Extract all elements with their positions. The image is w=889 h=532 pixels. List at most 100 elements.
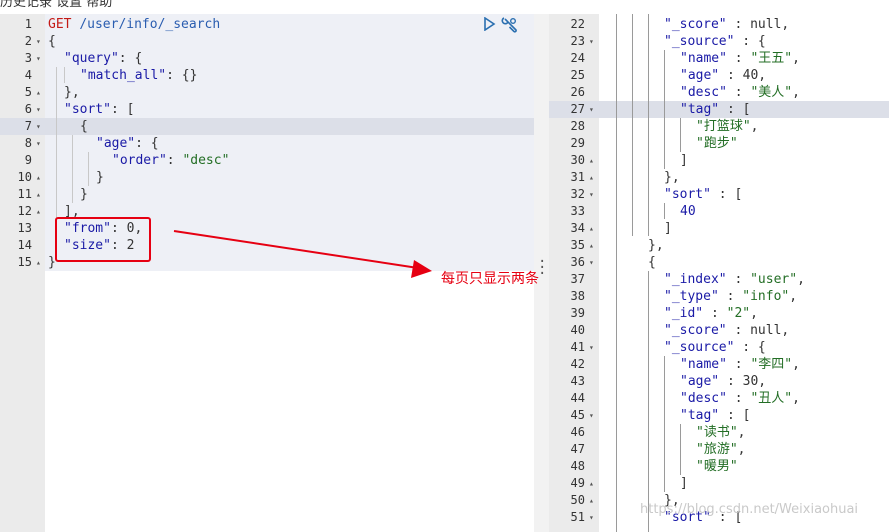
response-line-33: 40 [680, 203, 696, 220]
code-token: : [726, 85, 751, 100]
line-number: 8 [24, 136, 32, 150]
line-number: 27 [570, 102, 585, 116]
code-token: , [737, 425, 746, 440]
response-code[interactable]: "_score" : null, "_source" : { "name" : … [600, 0, 889, 532]
json-string: "美人" [750, 85, 793, 100]
highlight-box [55, 217, 151, 262]
response-line-39: "_id" : "2", [664, 305, 758, 322]
annotation-label: 每页只显示两条 [441, 271, 539, 287]
line-number: 29 [570, 136, 585, 150]
line-number: 15 [17, 255, 32, 269]
line-number: 2 [24, 34, 32, 48]
code-token: { [648, 255, 656, 270]
fold-open-icon[interactable]: ▾ [589, 186, 594, 203]
line-number: 26 [570, 85, 585, 99]
resize-handle-icon[interactable]: · · · [538, 255, 546, 281]
fold-open-icon[interactable]: ▾ [589, 254, 594, 271]
response-line-43: "age" : 30, [680, 373, 766, 390]
fold-close-icon[interactable]: ▴ [589, 169, 594, 186]
indent-guide [664, 356, 665, 492]
fold-open-icon[interactable]: ▾ [36, 50, 41, 67]
line-number: 12 [17, 204, 32, 218]
request-line-1: GET /user/info/_search [48, 16, 220, 33]
line-number: 34 [570, 221, 585, 235]
indent-guide [64, 67, 65, 83]
json-string: "读书" [696, 425, 738, 440]
response-line-26: "desc" : "美人", [680, 84, 800, 101]
fold-open-icon[interactable]: ▾ [589, 33, 594, 50]
code-token: : [ [710, 187, 743, 202]
fold-close-icon[interactable]: ▴ [36, 84, 41, 101]
code-token: : [ [110, 102, 135, 117]
json-string: "打篮球" [696, 119, 751, 134]
json-number: 40 [680, 204, 696, 219]
response-line-41: "_source" : { [664, 339, 766, 356]
fold-close-icon[interactable]: ▴ [589, 492, 594, 509]
request-line-11: } [80, 186, 88, 203]
line-number: 11 [17, 187, 32, 201]
code-token: : { [118, 51, 143, 66]
fold-open-icon[interactable]: ▾ [589, 509, 594, 526]
line-number: 23 [570, 34, 585, 48]
line-number: 33 [570, 204, 585, 218]
response-line-36: { [648, 254, 656, 271]
response-line-25: "age" : 40, [680, 67, 766, 84]
code-token: : null, [726, 17, 790, 32]
response-line-29: "跑步" [696, 135, 738, 152]
fold-open-icon[interactable]: ▾ [589, 407, 594, 424]
line-number: 30 [570, 153, 585, 167]
fold-close-icon[interactable]: ▴ [36, 203, 41, 220]
code-token: ] [680, 153, 688, 168]
fold-close-icon[interactable]: ▴ [589, 152, 594, 169]
fold-open-icon[interactable]: ▾ [36, 135, 41, 152]
code-token: : [726, 391, 751, 406]
response-line-38: "_type" : "info", [664, 288, 797, 305]
indent-guide [648, 271, 649, 532]
response-line-30: ] [680, 152, 688, 169]
line-number: 14 [17, 238, 32, 252]
line-number: 6 [24, 102, 32, 116]
line-number: 49 [570, 476, 585, 490]
fold-open-icon[interactable]: ▾ [589, 101, 594, 118]
play-icon[interactable] [482, 17, 496, 31]
fold-close-icon[interactable]: ▴ [589, 220, 594, 237]
response-line-46: "读书", [696, 424, 745, 441]
json-key: "age" [680, 68, 720, 83]
wrench-icon[interactable] [501, 16, 519, 33]
json-key: "age" [680, 374, 720, 389]
line-number: 28 [570, 119, 585, 133]
fold-close-icon[interactable]: ▴ [589, 475, 594, 492]
line-number: 50 [570, 493, 585, 507]
code-token: }, [64, 85, 80, 100]
indent-guide [72, 135, 73, 203]
fold-close-icon[interactable]: ▴ [36, 169, 41, 186]
fold-open-icon[interactable]: ▾ [36, 101, 41, 118]
indent-guide [680, 424, 681, 475]
indent-guide [648, 14, 649, 236]
code-token: : [ [719, 102, 751, 117]
line-number: 41 [570, 340, 585, 354]
fold-open-icon[interactable]: ▾ [36, 118, 41, 135]
json-key: "_type" [664, 289, 719, 304]
fold-close-icon[interactable]: ▴ [589, 237, 594, 254]
json-string: "丑人" [750, 391, 793, 406]
code-token: : [703, 306, 727, 321]
json-string: "李四" [750, 357, 793, 372]
line-number: 5 [24, 85, 32, 99]
response-line-23: "_source" : { [664, 33, 766, 50]
fold-close-icon[interactable]: ▴ [36, 186, 41, 203]
indent-guide [616, 14, 617, 532]
json-key: "_id" [664, 306, 704, 321]
json-key: "_score" [664, 323, 727, 338]
fold-open-icon[interactable]: ▾ [36, 33, 41, 50]
fold-close-icon[interactable]: ▴ [36, 254, 41, 271]
line-number: 44 [570, 391, 585, 405]
indent-guide [664, 203, 665, 219]
line-number: 35 [570, 238, 585, 252]
code-token: : {} [166, 68, 198, 83]
request-path: /user/info/_search [79, 17, 221, 32]
response-line-32: "sort" : [ [664, 186, 742, 203]
code-token: , [750, 306, 758, 321]
response-line-45: "tag" : [ [680, 407, 750, 424]
fold-open-icon[interactable]: ▾ [589, 339, 594, 356]
